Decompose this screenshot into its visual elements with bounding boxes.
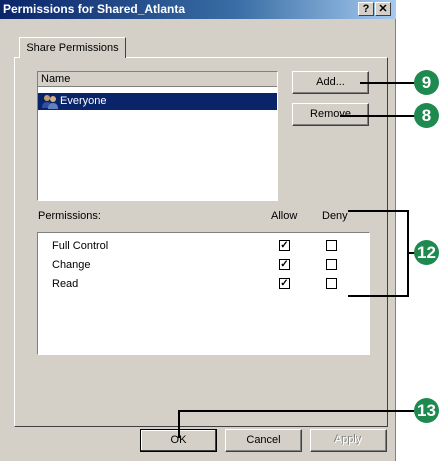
- callout-badge-add: 9: [414, 70, 439, 95]
- callout-line-remove: [340, 115, 420, 117]
- callout-line-add: [360, 82, 420, 84]
- deny-column-header: Deny: [322, 210, 348, 222]
- callout-badge-permissions: 12: [414, 240, 439, 265]
- apply-button: Apply: [310, 429, 387, 452]
- read-deny-checkbox[interactable]: [326, 278, 337, 289]
- list-header-name[interactable]: Name: [38, 72, 277, 87]
- callout-bracket-top: [348, 210, 408, 212]
- group-users-icon: [42, 95, 58, 109]
- change-deny-checkbox[interactable]: [326, 259, 337, 270]
- allow-column-header: Allow: [271, 210, 298, 222]
- change-allow-checkbox[interactable]: ✓: [279, 259, 290, 270]
- callout-line-ok-vertical: [178, 410, 180, 438]
- help-button[interactable]: ?: [358, 2, 374, 16]
- permissions-label: Permissions:: [38, 210, 101, 222]
- permissions-dialog: Permissions for Shared_Atlanta ? ✕ Share…: [0, 0, 396, 461]
- permission-change-label: Change: [52, 259, 91, 271]
- read-allow-checkbox[interactable]: ✓: [279, 278, 290, 289]
- permission-full-control-label: Full Control: [52, 240, 109, 252]
- callout-line-ok: [178, 410, 420, 412]
- cancel-button[interactable]: Cancel: [225, 429, 302, 452]
- add-button[interactable]: Add...: [292, 71, 369, 94]
- full-control-deny-checkbox[interactable]: [326, 240, 337, 251]
- full-control-allow-checkbox[interactable]: ✓: [279, 240, 290, 251]
- close-button[interactable]: ✕: [375, 2, 391, 16]
- callout-bracket-bottom: [348, 295, 409, 297]
- title-bar[interactable]: Permissions for Shared_Atlanta: [0, 0, 396, 19]
- user-list[interactable]: [37, 71, 278, 201]
- callout-badge-ok: 13: [414, 398, 439, 423]
- list-item-everyone[interactable]: Everyone: [38, 93, 277, 110]
- callout-badge-remove: 8: [414, 103, 439, 128]
- window-title: Permissions for Shared_Atlanta: [3, 2, 186, 16]
- permission-read-label: Read: [52, 278, 79, 290]
- list-item-label: Everyone: [60, 95, 107, 107]
- tab-share-permissions[interactable]: Share Permissions: [19, 37, 126, 58]
